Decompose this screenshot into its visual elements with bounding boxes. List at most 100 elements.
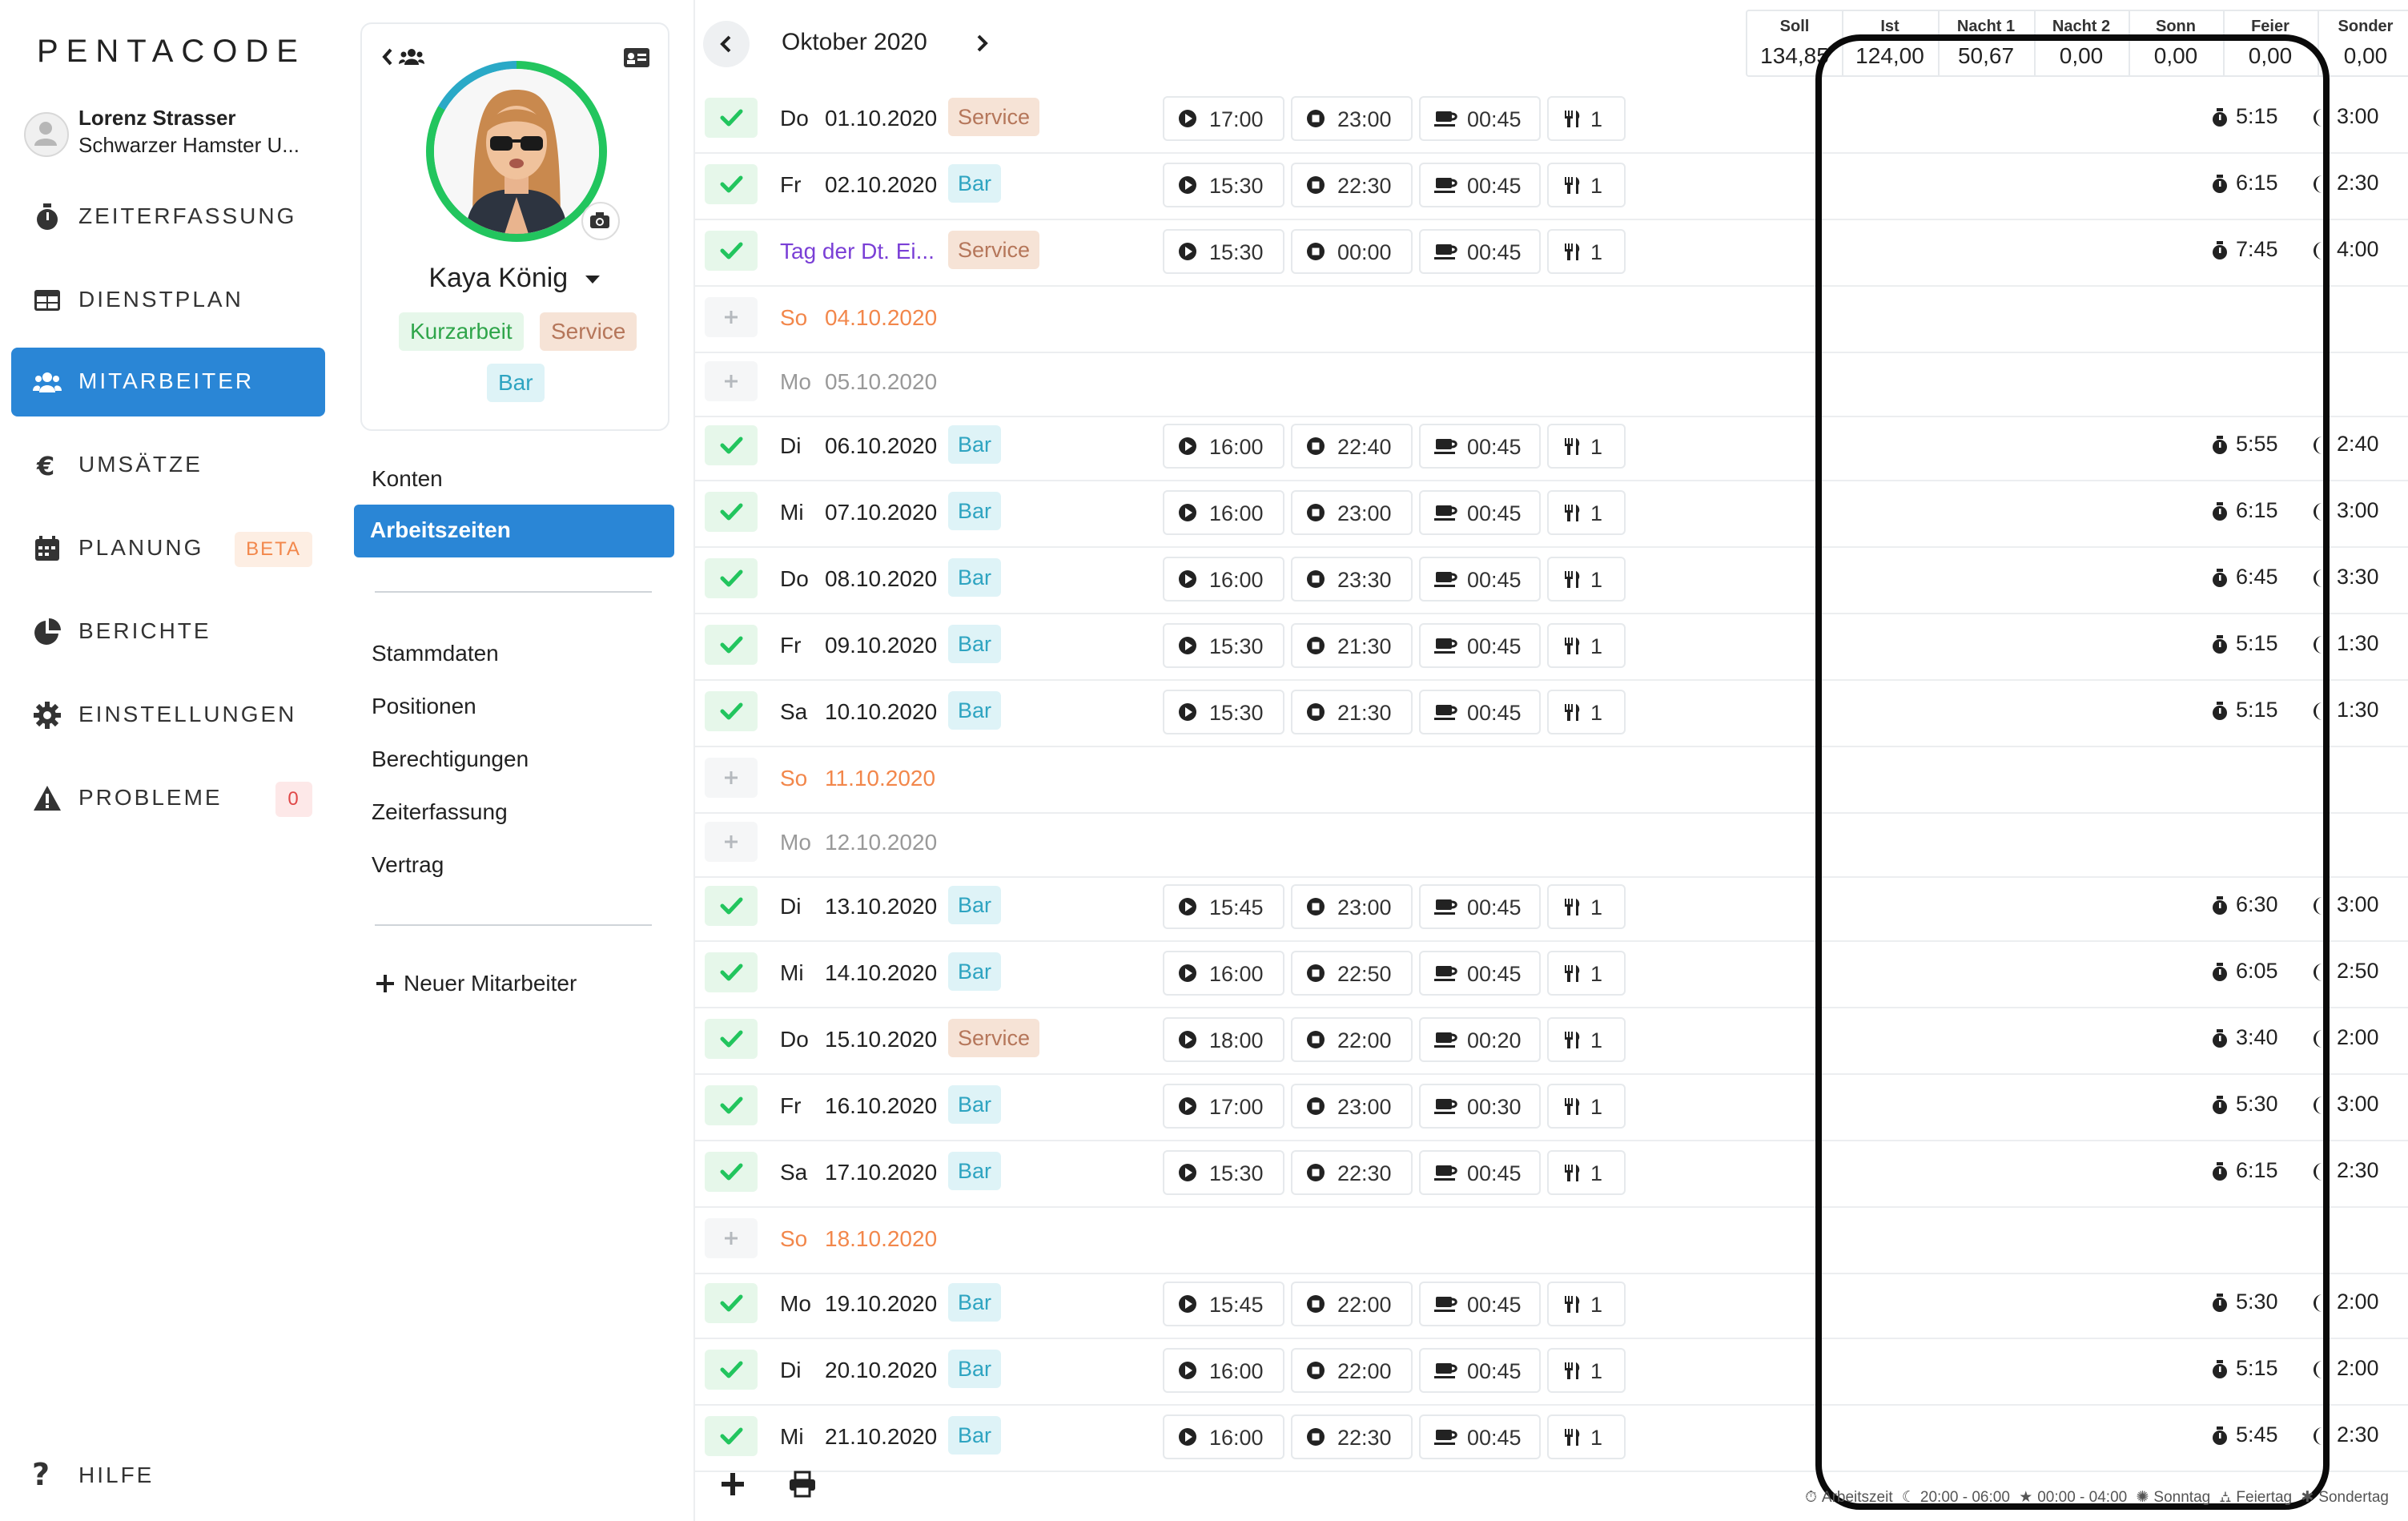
- break-time-field[interactable]: 00:45: [1419, 623, 1541, 668]
- meals-field[interactable]: 1: [1547, 1348, 1626, 1393]
- approve-checkbox[interactable]: [705, 1019, 758, 1059]
- add-shift-button[interactable]: [705, 758, 758, 798]
- nav-item-berichte[interactable]: BERICHTE: [11, 598, 325, 666]
- end-time-field[interactable]: 21:30: [1291, 690, 1413, 734]
- meals-field[interactable]: 1: [1547, 96, 1626, 141]
- id-card-icon[interactable]: [623, 46, 650, 69]
- end-time-field[interactable]: 21:30: [1291, 623, 1413, 668]
- start-time-field[interactable]: 18:00: [1163, 1017, 1284, 1062]
- sub-nav-arbeitszeiten[interactable]: Arbeitszeiten: [354, 505, 674, 557]
- meals-field[interactable]: 1: [1547, 1282, 1626, 1326]
- help-link[interactable]: HILFE: [78, 1463, 154, 1488]
- end-time-field[interactable]: 23:00: [1291, 1084, 1413, 1129]
- meals-field[interactable]: 1: [1547, 1017, 1626, 1062]
- end-time-field[interactable]: 22:30: [1291, 163, 1413, 207]
- start-time-field[interactable]: 15:30: [1163, 229, 1284, 274]
- approve-checkbox[interactable]: [705, 1416, 758, 1456]
- break-time-field[interactable]: 00:30: [1419, 1084, 1541, 1129]
- start-time-field[interactable]: 15:30: [1163, 623, 1284, 668]
- break-time-field[interactable]: 00:45: [1419, 690, 1541, 734]
- start-time-field[interactable]: 16:00: [1163, 1348, 1284, 1393]
- sub-nav-zeiterfassung[interactable]: Zeiterfassung: [372, 799, 508, 825]
- employee-name-selector[interactable]: Kaya König: [362, 263, 668, 294]
- prev-month-button[interactable]: [703, 21, 750, 67]
- change-photo-button[interactable]: [581, 202, 620, 240]
- break-time-field[interactable]: 00:45: [1419, 951, 1541, 996]
- meals-field[interactable]: 1: [1547, 884, 1626, 929]
- break-time-field[interactable]: 00:20: [1419, 1017, 1541, 1062]
- approve-checkbox[interactable]: [705, 1350, 758, 1390]
- add-shift-button[interactable]: [705, 1218, 758, 1258]
- break-time-field[interactable]: 00:45: [1419, 1150, 1541, 1195]
- approve-checkbox[interactable]: [705, 492, 758, 532]
- sub-nav-konten[interactable]: Konten: [372, 466, 443, 492]
- start-time-field[interactable]: 16:00: [1163, 557, 1284, 602]
- start-time-field[interactable]: 16:00: [1163, 490, 1284, 535]
- break-time-field[interactable]: 00:45: [1419, 1414, 1541, 1459]
- start-time-field[interactable]: 15:30: [1163, 690, 1284, 734]
- sub-nav-berechtigungen[interactable]: Berechtigungen: [372, 746, 529, 772]
- back-to-employees-icon[interactable]: [381, 45, 431, 69]
- new-employee-button[interactable]: Neuer Mitarbeiter: [375, 971, 577, 996]
- meals-field[interactable]: 1: [1547, 163, 1626, 207]
- chevron-right-icon[interactable]: [971, 32, 993, 54]
- start-time-field[interactable]: 16:00: [1163, 424, 1284, 469]
- meals-field[interactable]: 1: [1547, 623, 1626, 668]
- nav-item-probleme[interactable]: PROBLEME 0: [11, 764, 325, 833]
- end-time-field[interactable]: 22:30: [1291, 1414, 1413, 1459]
- meals-field[interactable]: 1: [1547, 1150, 1626, 1195]
- nav-item-planung[interactable]: PLANUNG BETA: [11, 514, 325, 583]
- meals-field[interactable]: 1: [1547, 951, 1626, 996]
- approve-checkbox[interactable]: [705, 1283, 758, 1323]
- start-time-field[interactable]: 17:00: [1163, 96, 1284, 141]
- add-shift-button[interactable]: [705, 822, 758, 862]
- approve-checkbox[interactable]: [705, 691, 758, 731]
- end-time-field[interactable]: 23:30: [1291, 557, 1413, 602]
- approve-checkbox[interactable]: [705, 1152, 758, 1192]
- end-time-field[interactable]: 00:00: [1291, 229, 1413, 274]
- approve-checkbox[interactable]: [705, 558, 758, 598]
- nav-item-einstellungen[interactable]: EINSTELLUNGEN: [11, 681, 325, 750]
- meals-field[interactable]: 1: [1547, 490, 1626, 535]
- print-icon[interactable]: [788, 1471, 817, 1498]
- meals-field[interactable]: 1: [1547, 1084, 1626, 1129]
- sub-nav-positionen[interactable]: Positionen: [372, 694, 476, 719]
- end-time-field[interactable]: 22:30: [1291, 1150, 1413, 1195]
- start-time-field[interactable]: 15:45: [1163, 884, 1284, 929]
- add-shift-button[interactable]: [705, 361, 758, 401]
- end-time-field[interactable]: 22:00: [1291, 1017, 1413, 1062]
- start-time-field[interactable]: 16:00: [1163, 951, 1284, 996]
- end-time-field[interactable]: 23:00: [1291, 96, 1413, 141]
- break-time-field[interactable]: 00:45: [1419, 163, 1541, 207]
- break-time-field[interactable]: 00:45: [1419, 884, 1541, 929]
- break-time-field[interactable]: 00:45: [1419, 557, 1541, 602]
- break-time-field[interactable]: 00:45: [1419, 1348, 1541, 1393]
- end-time-field[interactable]: 22:00: [1291, 1282, 1413, 1326]
- nav-item-umsaetze[interactable]: € UMSÄTZE: [11, 431, 325, 500]
- start-time-field[interactable]: 15:30: [1163, 163, 1284, 207]
- break-time-field[interactable]: 00:45: [1419, 424, 1541, 469]
- meals-field[interactable]: 1: [1547, 229, 1626, 274]
- meals-field[interactable]: 1: [1547, 424, 1626, 469]
- user-profile[interactable]: Lorenz Strasser Schwarzer Hamster U...: [24, 106, 328, 170]
- nav-item-dienstplan[interactable]: DIENSTPLAN: [11, 266, 325, 335]
- approve-checkbox[interactable]: [705, 886, 758, 926]
- break-time-field[interactable]: 00:45: [1419, 1282, 1541, 1326]
- end-time-field[interactable]: 22:50: [1291, 951, 1413, 996]
- approve-checkbox[interactable]: [705, 231, 758, 271]
- add-shift-button[interactable]: [705, 297, 758, 337]
- end-time-field[interactable]: 23:00: [1291, 884, 1413, 929]
- break-time-field[interactable]: 00:45: [1419, 490, 1541, 535]
- break-time-field[interactable]: 00:45: [1419, 229, 1541, 274]
- meals-field[interactable]: 1: [1547, 690, 1626, 734]
- approve-checkbox[interactable]: [705, 952, 758, 992]
- approve-checkbox[interactable]: [705, 164, 758, 204]
- approve-checkbox[interactable]: [705, 98, 758, 138]
- nav-item-mitarbeiter[interactable]: MITARBEITER: [11, 348, 325, 416]
- end-time-field[interactable]: 22:40: [1291, 424, 1413, 469]
- add-entry-icon[interactable]: [719, 1471, 746, 1498]
- end-time-field[interactable]: 22:00: [1291, 1348, 1413, 1393]
- approve-checkbox[interactable]: [705, 625, 758, 665]
- approve-checkbox[interactable]: [705, 1085, 758, 1125]
- meals-field[interactable]: 1: [1547, 557, 1626, 602]
